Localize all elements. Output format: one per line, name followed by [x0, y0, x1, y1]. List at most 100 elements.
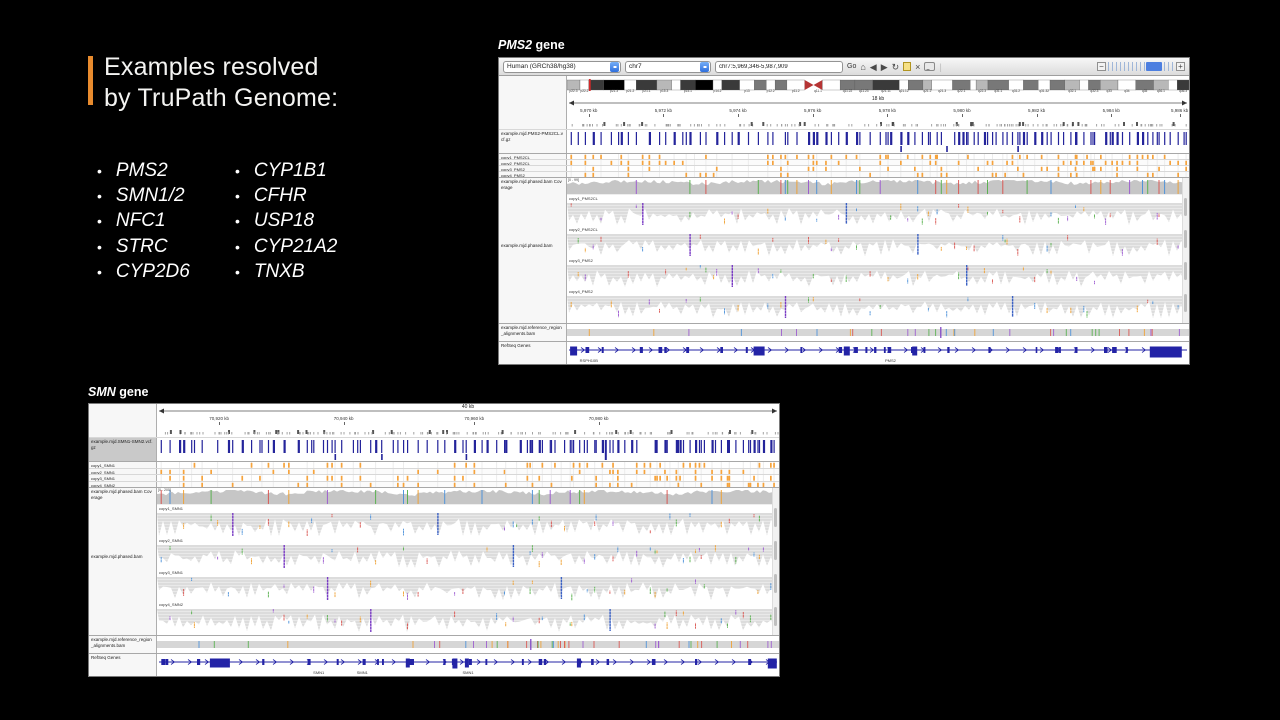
reference-alignments-track	[567, 324, 1189, 341]
scrollbar-thumb[interactable]	[1184, 294, 1187, 312]
alignment-label-cell[interactable]: example.mjd.phased.bam Coverageexample.m…	[499, 178, 567, 323]
cytoband-label: p15.3	[660, 89, 668, 93]
alignment-section: [0 - 99]copy1_PMS2CLcopy2_PMS2CLcopy3_PM…	[567, 178, 1182, 323]
ruler-tick	[474, 422, 475, 425]
genome-select[interactable]: Human (GRCh38/hg38)	[503, 61, 621, 73]
ruler-tick-label: 5,976 kb	[804, 108, 821, 113]
bullet-glyph: •	[235, 188, 240, 204]
read-row-hatch	[157, 512, 772, 537]
read-pileup	[567, 264, 1182, 288]
haplotype-bars	[567, 160, 1189, 165]
gene-name: CYP21A2	[254, 236, 337, 258]
haplotype-track-label[interactable]: copy2_SMN1	[89, 469, 157, 475]
read-pileup	[157, 544, 772, 569]
zoom-slider[interactable]	[1108, 62, 1174, 71]
ruler-tick	[589, 114, 590, 117]
chromosome-select[interactable]: chr7	[625, 61, 711, 73]
cytoband-label: q31.1	[994, 89, 1002, 93]
read-group-label: copy4_PMS2	[567, 288, 1182, 295]
zoom-in-button[interactable]: +	[1176, 62, 1185, 71]
forward-icon[interactable]: ▶	[881, 62, 888, 72]
gene-name-label: SMN1	[357, 670, 368, 675]
haplotype-track-label[interactable]: copy1_SMN1	[89, 462, 157, 468]
cytoband-label: p12.2	[767, 89, 775, 93]
vcf-track-label[interactable]: example.mjd.SMN1-SMN2.vcf.gz	[89, 438, 157, 461]
reference-track-name: example.mjd.reference_region_alignments.…	[501, 325, 562, 336]
ruler-tick	[1111, 114, 1112, 117]
locus-input[interactable]	[715, 61, 843, 73]
vcf-variant-track	[157, 438, 779, 461]
go-button[interactable]: Go	[847, 63, 856, 70]
haplotype-track-name: copy3_PMS2	[501, 167, 525, 171]
page-title: Examples resolved by TruPath Genome:	[104, 52, 338, 114]
scrollbar-thumb[interactable]	[1184, 198, 1187, 216]
cytoband-label: q11.1	[814, 89, 822, 93]
bullet-glyph: •	[97, 239, 102, 255]
vcf-variant-track	[567, 130, 1189, 153]
cytoband-label: q31.2	[1012, 89, 1020, 93]
refseq-track-name: RefSeq Genes	[501, 343, 531, 348]
haplotype-track-name: copy1_PMS2CL	[501, 155, 530, 159]
refresh-icon[interactable]: ↻	[892, 62, 900, 72]
scrollbar-thumb[interactable]	[774, 508, 777, 527]
refseq-genes-label[interactable]: RefSeq Genes	[499, 342, 567, 365]
reference-alignments-label[interactable]: example.mjd.reference_region_alignments.…	[89, 636, 157, 653]
haplotype-track-name: copy2_SMN1	[91, 470, 115, 475]
scrollbar-thumb[interactable]	[774, 541, 777, 560]
coverage-track-name: example.mjd.phased.bam Coverage	[91, 489, 152, 500]
reference-alignments-label[interactable]: example.mjd.reference_region_alignments.…	[499, 324, 567, 341]
gene-list-item: •CYP1B1	[235, 158, 337, 183]
alignment-label-cell[interactable]: example.mjd.phased.bam Coverage example.m…	[89, 488, 157, 635]
haplotype-track-label[interactable]: copy4_SMN2	[89, 482, 157, 488]
scrollbar-thumb[interactable]	[774, 574, 777, 593]
cytoband-label: q35	[1142, 89, 1147, 93]
igv-toolbar: Human (GRCh38/hg38)chr7Go⌂◀▶↻×|−+	[499, 58, 1189, 76]
ruler-tick	[599, 422, 600, 425]
read-row-hatch	[157, 544, 772, 569]
dropdown-icon	[700, 62, 709, 72]
refseq-genes-label[interactable]: RefSeq Genes	[89, 654, 157, 677]
haplotype-track-name: copy4_SMN2	[91, 483, 115, 488]
gene-list-item: •STRC	[97, 234, 190, 259]
haplotype-variant-track	[567, 166, 1189, 171]
scrollbar-thumb[interactable]	[1184, 230, 1187, 248]
igv-panel-pms2: Human (GRCh38/hg38)chr7Go⌂◀▶↻×|−+p22.3p2…	[498, 57, 1190, 365]
coverage-range-label: [0 - 99]	[568, 178, 579, 182]
cytoband-label: q31.32	[1039, 89, 1049, 93]
haplotype-track-label[interactable]: copy1_PMS2CL	[499, 154, 567, 159]
bam-track-name: example.mjd.phased.bam	[91, 554, 155, 560]
zoom-control: −+	[1097, 62, 1185, 71]
haplotype-track-label[interactable]: copy4_PMS2	[499, 172, 567, 177]
home-icon[interactable]: ⌂	[860, 62, 865, 72]
bullet-glyph: •	[235, 163, 240, 179]
haplotype-track-label[interactable]: copy2_PMS2CL	[499, 160, 567, 165]
haplotype-variant-track	[157, 482, 779, 488]
igv-panel-smn: 40 kb70,920 kb70,940 kb70,960 kb70,980 k…	[88, 403, 780, 677]
read-group-label: copy3_PMS2	[567, 257, 1182, 264]
ruler-label-cell	[89, 404, 157, 437]
read-row-hatch	[567, 264, 1182, 288]
ruler-tick	[887, 114, 888, 117]
haplotype-track-label[interactable]: copy3_SMN1	[89, 475, 157, 481]
haplotype-track-name: copy2_PMS2CL	[501, 161, 530, 165]
cytoband-label: q32.1	[1068, 89, 1076, 93]
refseq-genes-track: SMN1SMN1SMN1	[157, 654, 779, 677]
region-icon[interactable]	[903, 62, 911, 71]
zoom-out-button[interactable]: −	[1097, 62, 1106, 71]
haplotype-track-name: copy3_SMN1	[91, 476, 115, 481]
zoom-slider-thumb[interactable]	[1146, 62, 1162, 71]
ruler-tick	[344, 422, 345, 425]
scrollbar-thumb[interactable]	[1184, 262, 1187, 280]
vcf-track-label[interactable]: example.mjd.PMS2-PMS2CL.vcf.gz	[499, 130, 567, 153]
ruler-tick	[219, 422, 220, 425]
back-icon[interactable]: ◀	[870, 62, 877, 72]
gene-list-item: •PMS2	[97, 158, 190, 183]
cytoband-label: p22.2	[580, 89, 588, 93]
bam-track-name: example.mjd.phased.bam	[501, 243, 565, 249]
close-icon[interactable]: ×	[915, 62, 920, 72]
refseq-track-name: RefSeq Genes	[91, 655, 121, 660]
scrollbar-thumb[interactable]	[774, 607, 777, 626]
popup-text-icon[interactable]	[924, 62, 935, 71]
ruler-label-cell	[499, 96, 567, 129]
haplotype-track-label[interactable]: copy3_PMS2	[499, 166, 567, 171]
